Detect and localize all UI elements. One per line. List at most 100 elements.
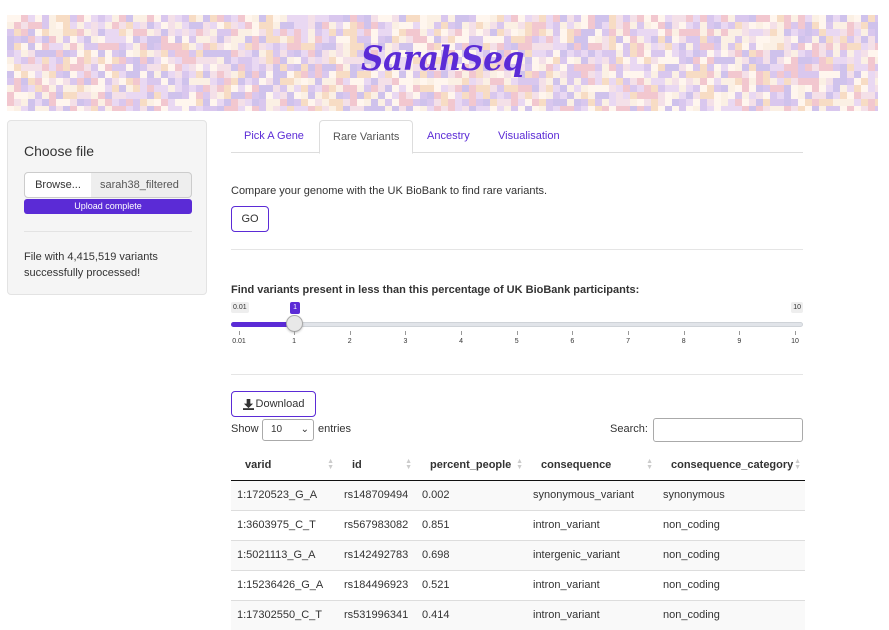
show-label: Show (231, 423, 259, 435)
cell-consequence: intron_variant (527, 509, 657, 540)
file-name-field[interactable]: sarah38_filtered (91, 172, 192, 198)
slider-tick (239, 331, 240, 335)
slider-tick-label: 1 (292, 338, 297, 345)
slider-tick-label: 9 (737, 338, 742, 345)
column-header-id[interactable]: id ▲ ▼ (338, 450, 416, 481)
cell-consequence: intron_variant (527, 569, 657, 600)
cell-percent-people: 0.414 (416, 599, 527, 630)
slider-tick-label: 6 (570, 338, 575, 345)
slider-tick-label: 0.01 (232, 338, 246, 345)
slider-tick (294, 331, 296, 335)
slider-tick-label: 8 (681, 338, 686, 345)
cell-consequence-category: non_coding (657, 509, 805, 540)
table-row: 1:17302550_C_T rs531996341 0.414 intron_… (231, 599, 805, 630)
cell-id-link[interactable]: rs184496923 (338, 569, 416, 600)
variants-table: varid ▲ ▼ id ▲ ▼ percent_people ▲ ▼ consequenc… (231, 450, 805, 630)
cell-consequence-category: non_coding (657, 539, 805, 570)
table-row: 1:15236426_G_A rs184496923 0.521 intron_… (231, 569, 805, 600)
app-title: SarahSeq (360, 39, 525, 79)
tab-rare-variants[interactable]: Rare Variants (319, 120, 414, 154)
cell-id-link[interactable]: rs567983082 (338, 509, 416, 540)
cell-varid: 1:5021113_G_A (231, 539, 338, 570)
file-input-label: Choose file (24, 143, 95, 159)
download-label: Download (255, 398, 305, 410)
slider-value-label: 1 (290, 302, 300, 314)
percentage-slider[interactable]: 0.01 10 1 0.01 1 2 3 4 5 6 7 8 9 10 (231, 300, 803, 350)
slider-tick-label: 7 (626, 338, 630, 345)
cell-consequence: synonymous_variant (527, 479, 657, 510)
slider-max-label: 10 (791, 302, 803, 313)
sort-icon: ▲ ▼ (405, 458, 412, 471)
entries-label: entries (318, 423, 352, 435)
cell-percent-people: 0.521 (416, 569, 527, 600)
slider-tick-label: 3 (403, 338, 408, 345)
slider-tick (405, 331, 407, 335)
column-header-varid[interactable]: varid ▲ ▼ (231, 450, 338, 481)
slider-tick-label: 2 (347, 338, 352, 345)
cell-consequence: intergenic_variant (527, 539, 657, 570)
search-input[interactable] (653, 418, 803, 442)
slider-track[interactable] (231, 322, 803, 327)
cell-consequence-category: non_coding (657, 569, 805, 600)
cell-consequence-category: synonymous (657, 479, 805, 510)
download-button[interactable]: Download (231, 391, 316, 417)
entries-select[interactable]: 10 ⌄ (262, 419, 314, 441)
divider (231, 374, 803, 375)
column-header-percent-people[interactable]: percent_people ▲ ▼ (416, 450, 527, 481)
slider-tick-label: 4 (459, 338, 464, 345)
cell-varid: 1:3603975_C_T (231, 509, 338, 540)
cell-percent-people: 0.851 (416, 509, 527, 540)
cell-id-link[interactable]: rs531996341 (338, 599, 416, 630)
sidebar-panel: Choose file Browse... sarah38_filtered U… (7, 120, 207, 295)
slider-tick (572, 331, 574, 335)
status-message: File with 4,415,519 variants successfull… (24, 251, 158, 279)
slider-handle[interactable] (285, 315, 303, 332)
cell-varid: 1:15236426_G_A (231, 569, 338, 600)
tab-ancestry[interactable]: Ancestry (414, 120, 483, 153)
table-row: 1:5021113_G_A rs142492783 0.698 intergen… (231, 539, 805, 570)
cell-varid: 1:17302550_C_T (231, 599, 338, 630)
sort-icon: ▲ ▼ (327, 458, 334, 471)
slider-label: Find variants present in less than this … (231, 284, 640, 296)
cell-consequence: intron_variant (527, 599, 657, 630)
tab-bar: Pick A Gene Rare Variants Ancestry Visua… (231, 120, 803, 154)
slider-tick (516, 331, 518, 335)
chevron-down-icon: ⌄ (300, 424, 309, 435)
browse-button[interactable]: Browse... (24, 172, 92, 198)
search-label: Search: (610, 423, 648, 435)
cell-percent-people: 0.002 (416, 479, 527, 510)
slider-tick-label: 5 (514, 338, 519, 345)
table-row: 1:1720523_G_A rs148709494 0.002 synonymo… (231, 479, 805, 510)
cell-consequence-category: non_coding (657, 599, 805, 630)
intro-text: Compare your genome with the UK BioBank … (231, 185, 548, 197)
sort-icon: ▲ ▼ (646, 458, 653, 471)
table-header-row: varid ▲ ▼ id ▲ ▼ percent_people ▲ ▼ consequenc… (231, 450, 805, 481)
slider-tick (683, 331, 685, 335)
column-header-consequence[interactable]: consequence ▲ ▼ (527, 450, 657, 481)
table-row: 1:3603975_C_T rs567983082 0.851 intron_v… (231, 509, 805, 540)
slider-tick (795, 331, 796, 335)
column-header-consequence-category[interactable]: consequence_category ▲ ▼ (657, 450, 805, 481)
divider (24, 231, 192, 232)
slider-tick-label: 10 (791, 338, 799, 345)
slider-bar (231, 322, 295, 327)
go-button[interactable]: GO (231, 206, 269, 232)
slider-tick (628, 331, 630, 335)
divider (231, 249, 803, 250)
slider-tick (739, 331, 741, 335)
tab-pick-a-gene[interactable]: Pick A Gene (231, 120, 317, 153)
cell-varid: 1:1720523_G_A (231, 479, 338, 510)
download-icon (242, 398, 254, 410)
upload-progress-bar: Upload complete (24, 199, 192, 214)
cell-percent-people: 0.698 (416, 539, 527, 570)
sort-icon: ▲ ▼ (794, 458, 801, 471)
entries-value: 10 (271, 424, 283, 435)
slider-min-label: 0.01 (231, 302, 249, 313)
slider-tick (461, 331, 463, 335)
cell-id-link[interactable]: rs148709494 (338, 479, 416, 510)
sort-icon: ▲ ▼ (516, 458, 523, 471)
slider-tick (349, 331, 351, 335)
tab-visualisation[interactable]: Visualisation (485, 120, 573, 153)
cell-id-link[interactable]: rs142492783 (338, 539, 416, 570)
header-banner: SarahSeq (7, 15, 878, 111)
